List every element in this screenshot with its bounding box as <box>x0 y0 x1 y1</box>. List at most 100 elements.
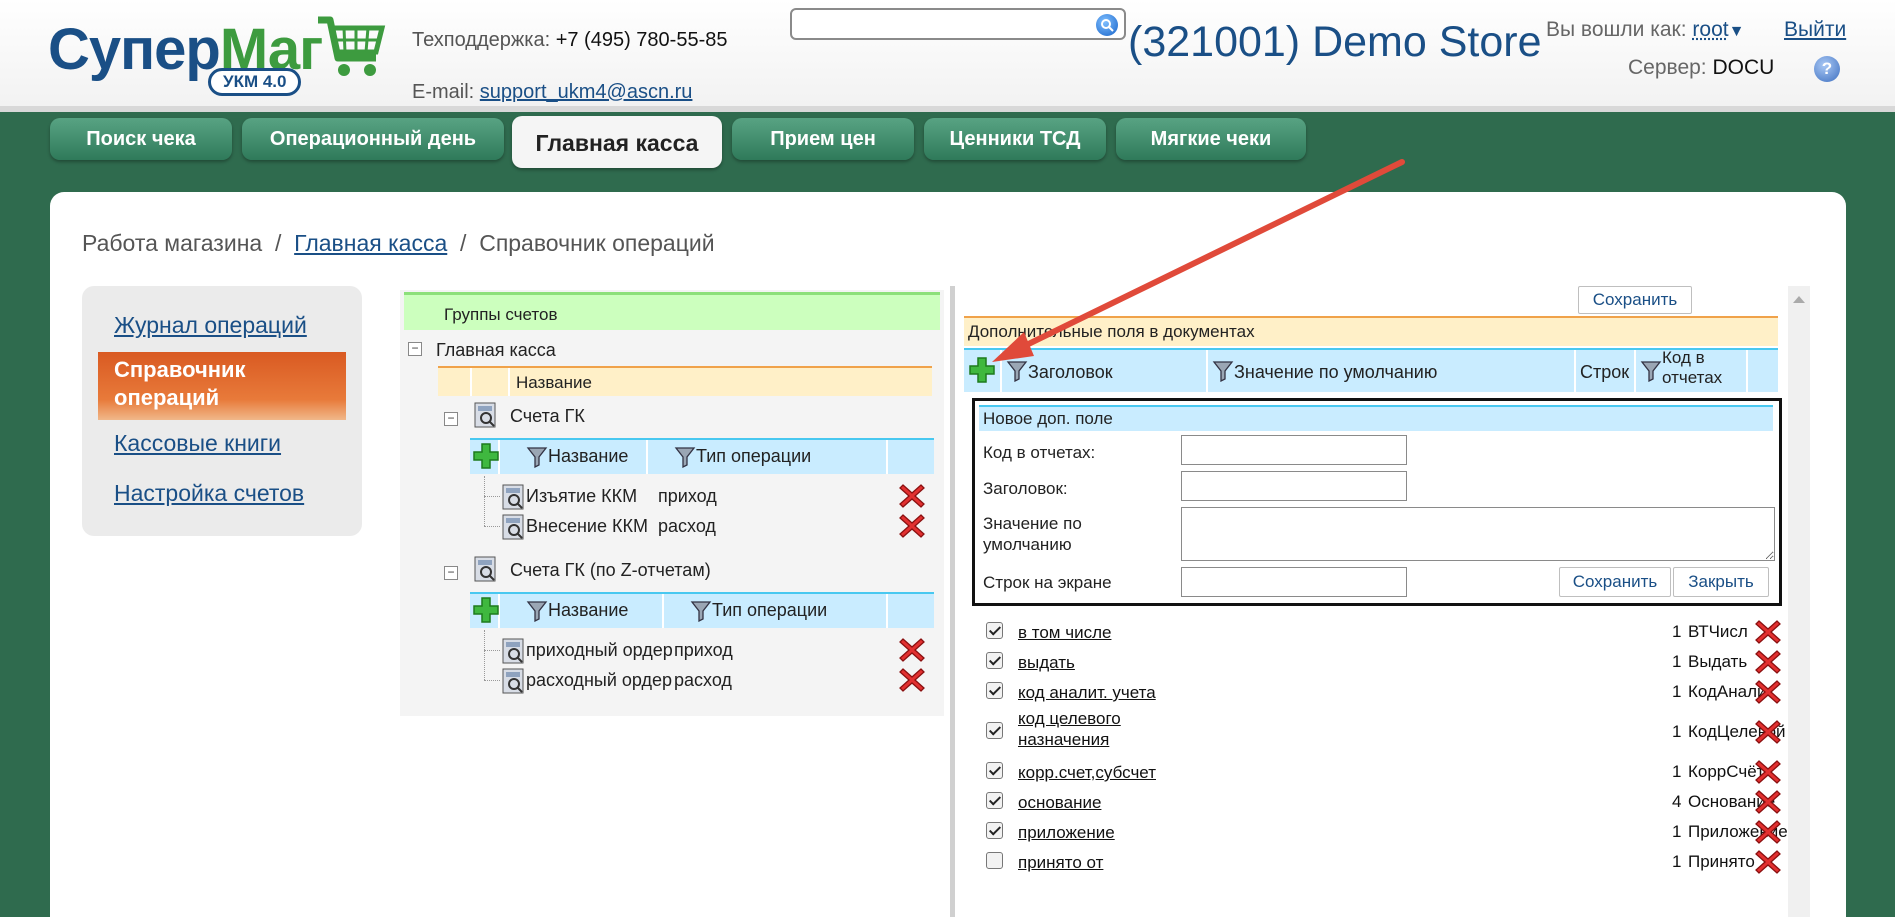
help-icon[interactable]: ? <box>1814 56 1840 82</box>
delete-icon[interactable] <box>1754 758 1782 786</box>
server-name: DOCU <box>1712 56 1775 79</box>
filter-icon[interactable] <box>690 600 712 622</box>
delete-icon[interactable] <box>1754 618 1782 646</box>
rows-input[interactable] <box>1181 567 1407 597</box>
title-input[interactable] <box>1181 471 1407 501</box>
delete-icon[interactable] <box>898 636 926 664</box>
delete-icon[interactable] <box>1754 718 1782 746</box>
scroll-up-icon[interactable] <box>1793 296 1805 303</box>
filter-icon[interactable] <box>674 446 696 468</box>
search-button[interactable] <box>1096 14 1118 36</box>
title-label: Заголовок: <box>983 479 1068 498</box>
column-type[interactable]: Тип операции <box>712 600 827 621</box>
column-name[interactable]: Название <box>548 600 628 621</box>
tab-operational-day[interactable]: Операционный день <box>242 118 504 160</box>
column-code[interactable]: Код в отчетах <box>1662 348 1742 388</box>
sidebar-item-operations-directory[interactable]: Справочник операций <box>98 352 346 420</box>
field-title-link[interactable]: корр.счет,субсчет <box>1018 762 1156 783</box>
user-menu[interactable]: root <box>1692 18 1728 41</box>
field-rows: 1 <box>1672 822 1682 841</box>
group-name[interactable]: Счета ГК <box>510 406 585 427</box>
tab-receipt-search[interactable]: Поиск чека <box>50 118 232 160</box>
field-title-link[interactable]: выдать <box>1018 652 1075 673</box>
sidebar-item-account-settings[interactable]: Настройка счетов <box>114 480 304 507</box>
delete-icon[interactable] <box>898 482 926 510</box>
group-name[interactable]: Счета ГК (по Z-отчетам) <box>510 560 711 581</box>
form-title: Новое доп. поле <box>983 409 1113 428</box>
sidebar-item-cash-books[interactable]: Кассовые книги <box>114 430 281 457</box>
field-rows: 1 <box>1672 762 1682 781</box>
logout-link[interactable]: Выйти <box>1784 18 1846 42</box>
field-rows: 1 <box>1672 622 1682 641</box>
tab-soft-receipts[interactable]: Мягкие чеки <box>1116 118 1306 160</box>
field-checkbox[interactable] <box>986 682 1003 699</box>
tab-tsd-labels[interactable]: Ценники ТСД <box>924 118 1106 160</box>
account-name[interactable]: расходный ордер <box>526 670 672 691</box>
field-checkbox[interactable] <box>986 822 1003 839</box>
breadcrumb-separator: / <box>460 230 467 256</box>
logo[interactable]: СуперМаг УКМ 4.0 <box>48 12 386 96</box>
collapse-icon[interactable]: − <box>444 412 458 426</box>
account-type: приход <box>658 486 717 506</box>
add-field-icon[interactable] <box>968 356 996 384</box>
tab-main-cash[interactable]: Главная касса <box>512 116 722 168</box>
delete-icon[interactable] <box>1754 788 1782 816</box>
field-checkbox[interactable] <box>986 792 1003 809</box>
delete-icon[interactable] <box>1754 678 1782 706</box>
collapse-icon[interactable]: − <box>444 566 458 580</box>
collapse-icon[interactable]: − <box>408 342 422 356</box>
column-title[interactable]: Заголовок <box>1028 362 1113 383</box>
field-title-link[interactable]: код целевого назначения <box>1018 708 1168 750</box>
delete-icon[interactable] <box>898 666 926 694</box>
field-title-link[interactable]: приложение <box>1018 822 1115 843</box>
field-code: КоррСчёт <box>1688 762 1765 781</box>
add-icon[interactable] <box>472 596 500 624</box>
filter-icon[interactable] <box>1212 360 1234 382</box>
field-checkbox[interactable] <box>986 722 1003 739</box>
search-input[interactable] <box>800 10 1090 36</box>
account-icon <box>502 484 524 510</box>
default-textarea[interactable] <box>1181 507 1775 561</box>
support-email-link[interactable]: support_ukm4@ascn.ru <box>480 81 693 103</box>
delete-icon[interactable] <box>898 512 926 540</box>
field-title-link[interactable]: код аналит. учета <box>1018 682 1156 703</box>
field-title-link[interactable]: в том числе <box>1018 622 1111 643</box>
delete-icon[interactable] <box>1754 848 1782 876</box>
tab-price-receive[interactable]: Прием цен <box>732 118 914 160</box>
account-icon <box>502 514 524 540</box>
add-icon[interactable] <box>472 442 500 470</box>
column-rows[interactable]: Строк <box>1580 362 1629 383</box>
chevron-down-icon[interactable]: ▼ <box>1729 23 1745 40</box>
field-checkbox[interactable] <box>986 762 1003 779</box>
filter-icon[interactable] <box>1006 360 1028 382</box>
field-rows: 1 <box>1672 722 1682 741</box>
filter-icon[interactable] <box>526 600 548 622</box>
field-title-link[interactable]: принято от <box>1018 852 1103 873</box>
form-close-button[interactable]: Закрыть <box>1673 567 1769 597</box>
delete-icon[interactable] <box>1754 818 1782 846</box>
new-field-form: Новое доп. поле Код в отчетах: Заголовок… <box>972 398 1782 606</box>
field-checkbox[interactable] <box>986 852 1003 869</box>
filter-icon[interactable] <box>526 446 548 468</box>
save-button[interactable]: Сохранить <box>1578 286 1692 314</box>
column-type[interactable]: Тип операции <box>696 446 811 467</box>
scrollbar[interactable] <box>1788 286 1810 917</box>
code-input[interactable] <box>1181 435 1407 465</box>
sidebar-item-journal[interactable]: Журнал операций <box>114 312 307 339</box>
account-name[interactable]: Внесение ККМ <box>526 516 648 537</box>
delete-icon[interactable] <box>1754 648 1782 676</box>
field-checkbox[interactable] <box>986 652 1003 669</box>
field-checkbox[interactable] <box>986 622 1003 639</box>
form-save-button[interactable]: Сохранить <box>1559 567 1671 597</box>
filter-icon[interactable] <box>1640 360 1662 382</box>
column-default[interactable]: Значение по умолчанию <box>1234 362 1437 383</box>
logo-part1: Супер <box>48 17 221 82</box>
account-name[interactable]: Изъятие ККМ <box>526 486 637 507</box>
rows-label: Строк на экране <box>983 573 1112 592</box>
field-title-link[interactable]: основание <box>1018 792 1101 813</box>
panel-splitter[interactable] <box>950 286 955 917</box>
content-panel: Работа магазина / Главная касса / Справо… <box>50 192 1846 917</box>
column-name[interactable]: Название <box>548 446 628 467</box>
breadcrumb-main-cash-link[interactable]: Главная касса <box>294 230 447 256</box>
account-name[interactable]: приходный ордер <box>526 640 673 661</box>
